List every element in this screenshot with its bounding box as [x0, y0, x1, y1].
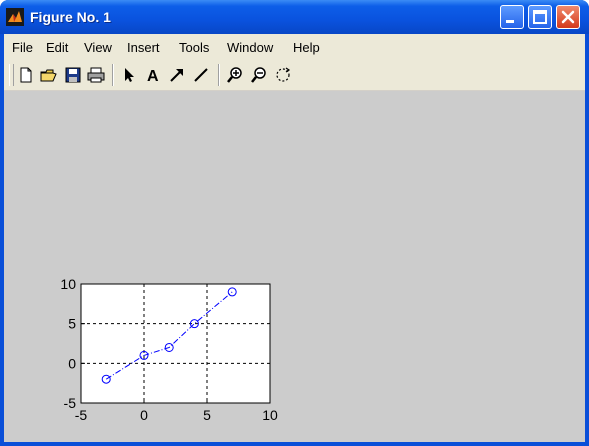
maximize-icon — [533, 10, 547, 24]
x-tick-label: 10 — [262, 407, 278, 423]
axes-box[interactable] — [80, 283, 271, 404]
svg-text:A: A — [147, 68, 159, 84]
close-button[interactable] — [556, 5, 580, 29]
new-file-icon[interactable] — [17, 66, 35, 84]
plot-area: -5 0 5 10 -5 0 5 10 — [60, 276, 278, 423]
figure-canvas: -5 0 5 10 -5 0 5 10 — [4, 91, 585, 442]
menu-file[interactable]: File — [12, 40, 33, 55]
y-tick-label: 0 — [68, 355, 76, 371]
window-title: Figure No. 1 — [30, 9, 111, 25]
rotate-3d-icon[interactable] — [274, 66, 292, 84]
menu-help[interactable]: Help — [293, 40, 320, 55]
minimize-icon — [506, 20, 514, 23]
figure-window: Figure No. 1 File Edit View Insert Tools… — [0, 0, 589, 446]
y-tick-label: 5 — [68, 316, 76, 332]
menu-bar: File Edit View Insert Tools Window Help — [4, 34, 585, 60]
menu-tools[interactable]: Tools — [179, 40, 209, 55]
insert-line-icon[interactable] — [192, 66, 210, 84]
insert-text-icon[interactable]: A — [144, 66, 162, 84]
y-tick-label: 10 — [60, 276, 76, 292]
y-tick-label: -5 — [64, 395, 77, 411]
minimize-button[interactable] — [500, 5, 524, 29]
insert-arrow-icon[interactable] — [168, 66, 186, 84]
x-tick-label: 5 — [203, 407, 211, 423]
toolbar: A — [4, 60, 585, 91]
x-tick-label: 0 — [140, 407, 148, 423]
toolbar-grip[interactable] — [9, 64, 14, 86]
zoom-out-icon[interactable] — [250, 66, 268, 84]
select-arrow-icon[interactable] — [120, 66, 138, 84]
matlab-icon — [6, 8, 24, 26]
menu-edit[interactable]: Edit — [46, 40, 68, 55]
open-folder-icon[interactable] — [40, 66, 58, 84]
title-bar[interactable]: Figure No. 1 — [0, 0, 589, 34]
zoom-in-icon[interactable] — [226, 66, 244, 84]
toolbar-separator — [112, 64, 114, 86]
close-icon — [561, 10, 575, 24]
menu-window[interactable]: Window — [227, 40, 273, 55]
menu-insert[interactable]: Insert — [127, 40, 160, 55]
maximize-button[interactable] — [528, 5, 552, 29]
save-icon[interactable] — [64, 66, 82, 84]
menu-view[interactable]: View — [84, 40, 112, 55]
print-icon[interactable] — [87, 66, 105, 84]
x-tick-label: -5 — [75, 407, 88, 423]
toolbar-separator — [218, 64, 220, 86]
